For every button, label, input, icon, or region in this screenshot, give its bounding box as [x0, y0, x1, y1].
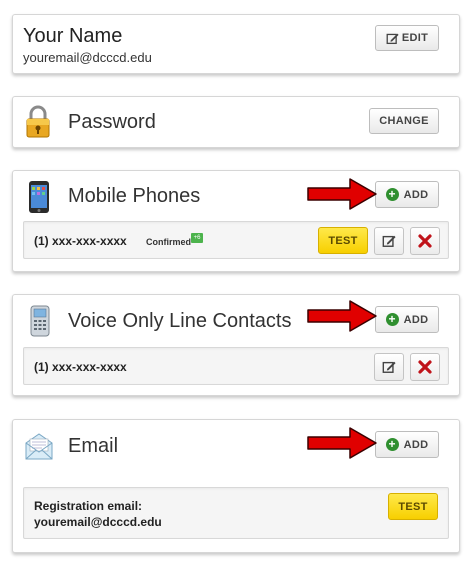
email-card: Email + ADD Registration email: youremai…: [12, 419, 460, 553]
edit-profile-button[interactable]: EDIT: [375, 25, 439, 51]
voice-contact-number: (1) xxx-xxx-xxxx: [34, 360, 127, 374]
red-arrow-icon: [307, 300, 377, 332]
edit-icon: [386, 33, 399, 44]
add-voice-contact-button[interactable]: + ADD: [375, 306, 439, 333]
plus-circle-icon: +: [385, 438, 399, 451]
test-mobile-label: TEST: [328, 234, 358, 247]
delete-voice-button[interactable]: [410, 353, 440, 381]
edit-icon: [382, 235, 396, 247]
mobile-phones-title: Mobile Phones: [68, 185, 201, 207]
mobile-phones-card: Mobile Phones + ADD (1) xxx-xxx-xxxx Con…: [12, 170, 460, 272]
add-voice-label: ADD: [403, 313, 429, 326]
change-password-label: CHANGE: [379, 115, 429, 127]
envelope-icon: [25, 433, 53, 460]
lock-icon: [26, 105, 50, 138]
profile-card: Your Name youremail@dcccd.edu EDIT: [12, 14, 460, 74]
registration-email-label: Registration email:: [34, 499, 143, 513]
test-email-button[interactable]: TEST: [388, 493, 438, 520]
smartphone-icon: [29, 181, 49, 213]
profile-email: youremail@dcccd.edu: [23, 50, 152, 65]
email-title: Email: [68, 435, 119, 457]
add-mobile-label: ADD: [403, 188, 429, 201]
profile-name: Your Name: [23, 25, 123, 47]
voice-contacts-title: Voice Only Line Contacts: [68, 310, 292, 332]
plus-circle-icon: +: [385, 313, 399, 326]
confirmed-badge: +6: [191, 233, 203, 243]
delete-mobile-button[interactable]: [410, 227, 440, 255]
red-arrow-icon: [307, 427, 377, 459]
test-mobile-button[interactable]: TEST: [318, 227, 368, 254]
edit-voice-button[interactable]: [374, 353, 404, 381]
add-email-label: ADD: [403, 438, 429, 451]
red-arrow-icon: [307, 178, 377, 210]
change-password-button[interactable]: CHANGE: [369, 108, 439, 134]
voice-contacts-card: Voice Only Line Contacts + ADD (1) xxx-x…: [12, 294, 460, 396]
delete-x-icon: [418, 360, 432, 374]
add-mobile-phone-button[interactable]: + ADD: [375, 181, 439, 208]
registration-email-row: Registration email: youremail@dcccd.edu …: [23, 487, 449, 539]
edit-mobile-button[interactable]: [374, 227, 404, 255]
password-card: Password CHANGE: [12, 96, 460, 148]
edit-icon: [382, 361, 396, 373]
plus-circle-icon: +: [385, 188, 399, 201]
test-email-label: TEST: [398, 500, 428, 513]
registration-email-value: youremail@dcccd.edu: [34, 515, 162, 529]
password-title: Password: [68, 111, 156, 133]
delete-x-icon: [418, 234, 432, 248]
landline-phone-icon: [30, 305, 50, 337]
add-email-button[interactable]: + ADD: [375, 431, 439, 458]
mobile-phone-status: Confirmed: [146, 237, 191, 247]
mobile-phone-number: (1) xxx-xxx-xxxx: [34, 234, 127, 248]
voice-contact-row: (1) xxx-xxx-xxxx: [23, 347, 449, 385]
edit-profile-label: EDIT: [401, 32, 429, 44]
mobile-phone-row: (1) xxx-xxx-xxxx Confirmed +6 TEST: [23, 221, 449, 259]
